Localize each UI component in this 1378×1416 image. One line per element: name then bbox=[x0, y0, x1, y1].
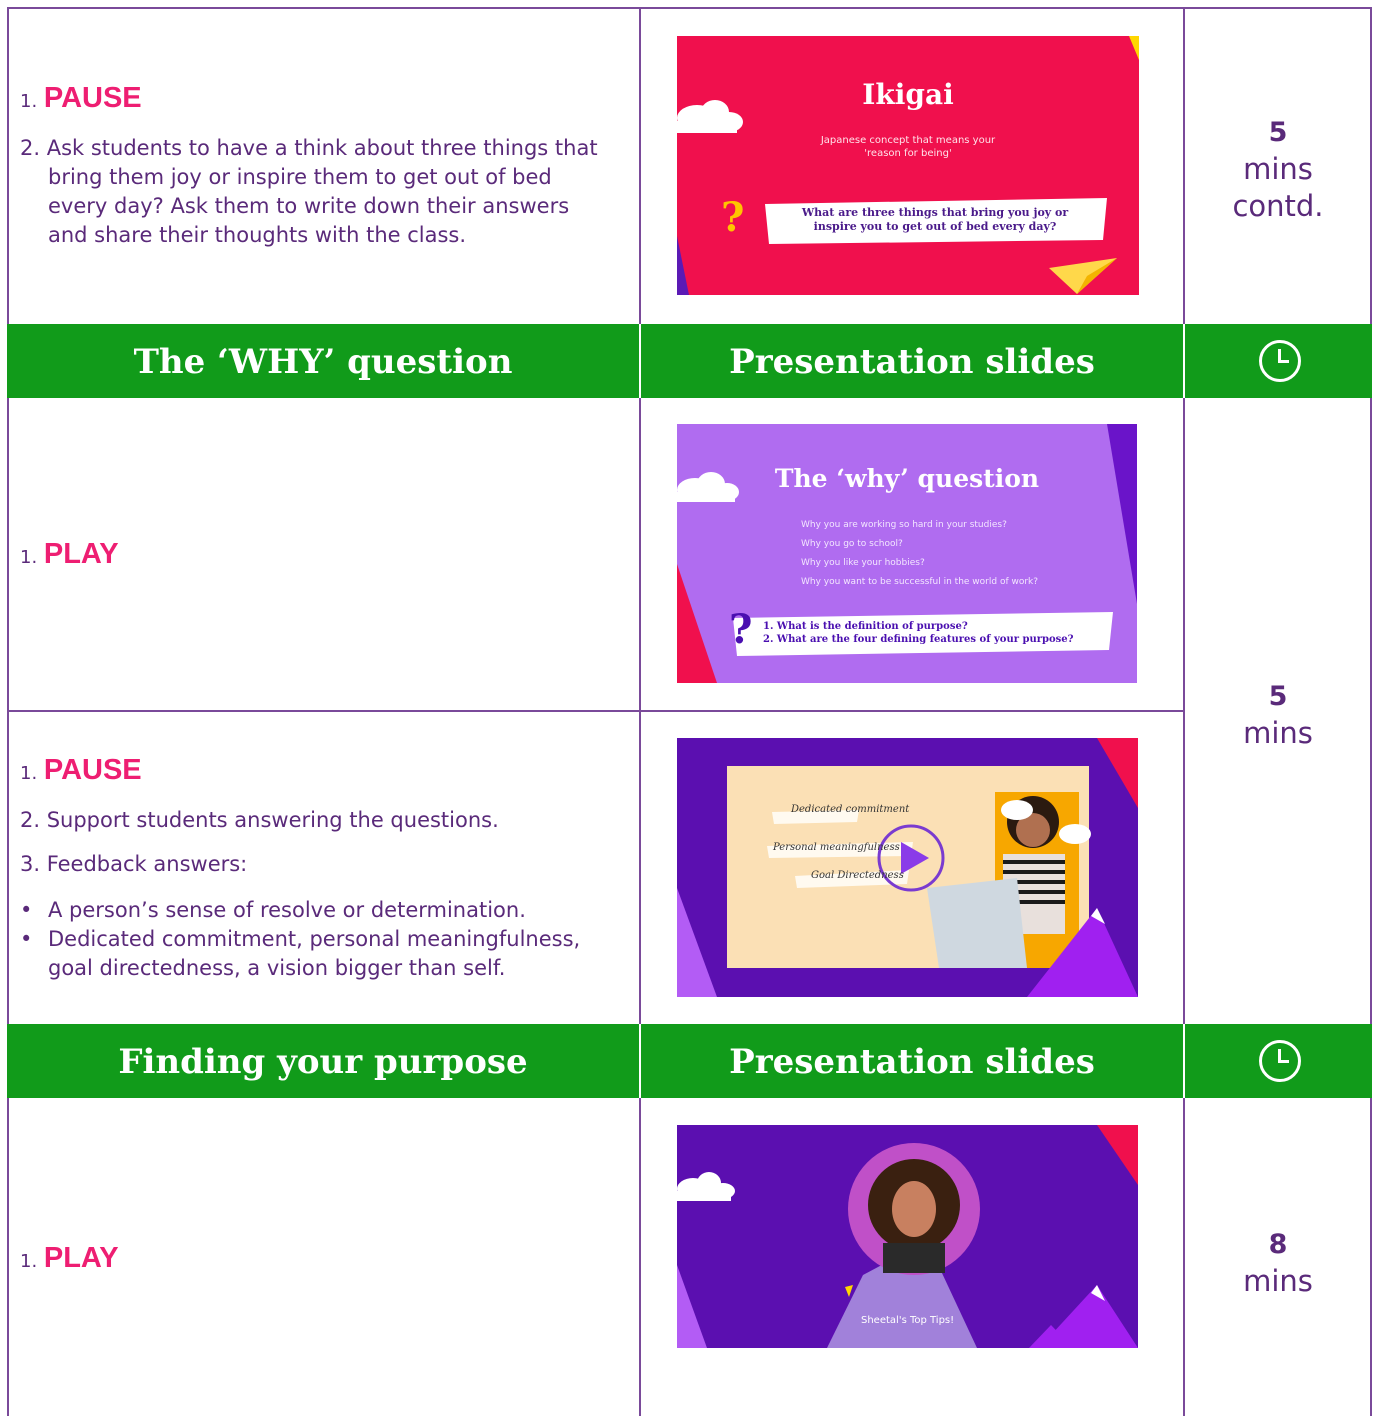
play-keyword: PLAY bbox=[43, 538, 119, 570]
slide-title: Ikigai bbox=[862, 78, 954, 111]
slide-question-1: 1. What is the definition of purpose? bbox=[763, 621, 968, 632]
clock-icon bbox=[1259, 1040, 1301, 1082]
section-header-bar-2: Finding your purpose Presentation slides bbox=[7, 1024, 1372, 1098]
table-top-border bbox=[7, 7, 1372, 9]
sheetal-tips-slide-thumbnail[interactable]: Sheetal's Top Tips! bbox=[677, 1125, 1138, 1348]
resources-heading: Presentation slides bbox=[729, 1042, 1095, 1082]
section-header-bar-1: The ‘WHY’ question Presentation slides bbox=[7, 324, 1372, 398]
cloud-icon bbox=[677, 1172, 735, 1201]
feedback-bullet-1: • A person’s sense of resolve or determin… bbox=[20, 896, 600, 925]
slide-line: Why you go to school? bbox=[801, 539, 903, 549]
step-number: 1. bbox=[20, 547, 38, 568]
slide-line: Why you are working so hard in your stud… bbox=[801, 520, 1007, 530]
bullet-marker: • bbox=[20, 898, 33, 922]
time-value: 8 bbox=[1268, 1229, 1288, 1260]
slide-tag-2: Personal meaningfulness bbox=[773, 842, 900, 853]
step-1-pause: 1. PAUSE bbox=[20, 756, 142, 788]
bar-divider bbox=[1183, 324, 1185, 398]
slide-title: The ‘why’ question bbox=[774, 464, 1040, 493]
step-3-text: 3. Feedback answers: bbox=[20, 852, 248, 876]
step-2-line-3: every day? Ask them to write down their … bbox=[48, 194, 570, 218]
feedback-bullet-2: • Dedicated commitment, personal meaningf… bbox=[20, 925, 600, 983]
slide-line: Why you like your hobbies? bbox=[801, 558, 925, 568]
pause-keyword: PAUSE bbox=[43, 754, 142, 786]
time-section-2: 5 mins bbox=[1185, 678, 1371, 752]
why-question-slide-thumbnail[interactable]: The ‘why’ question Why you are working s… bbox=[677, 424, 1137, 683]
slide-decorations bbox=[677, 36, 1139, 295]
time-unit: mins bbox=[1243, 716, 1313, 750]
time-value: 5 bbox=[1268, 117, 1288, 148]
step-2-line-2: bring them joy or inspire them to get ou… bbox=[48, 165, 552, 189]
step-number: 1. bbox=[20, 763, 38, 784]
bullet-text-line-2: goal directedness, a vision bigger than … bbox=[48, 956, 506, 980]
resources-heading: Presentation slides bbox=[729, 342, 1095, 382]
bar-divider bbox=[639, 1024, 641, 1098]
slide-caption: Sheetal's Top Tips! bbox=[861, 1315, 955, 1326]
slide-question-list: Why you are working so hard in your stud… bbox=[801, 516, 1038, 592]
time-unit: mins bbox=[1243, 1264, 1313, 1298]
slide-tag-1: Dedicated commitment bbox=[791, 804, 910, 815]
time-section-3: 8 mins bbox=[1185, 1226, 1371, 1300]
bullet-text-line-1: Dedicated commitment, personal meaningfu… bbox=[48, 927, 581, 951]
pause-keyword: PAUSE bbox=[43, 82, 142, 114]
row-divider bbox=[7, 710, 1184, 712]
step-1: 1. PAUSE bbox=[20, 84, 142, 116]
time-note: contd. bbox=[1232, 189, 1324, 223]
bullet-marker: • bbox=[20, 927, 33, 951]
paper-plane-icon bbox=[1049, 258, 1117, 294]
step-2-line-1: 2. Ask students to have a think about th… bbox=[20, 136, 598, 160]
bar-divider bbox=[639, 324, 641, 398]
mountain-icon bbox=[1029, 1285, 1138, 1348]
time-value: 5 bbox=[1268, 681, 1288, 712]
video-slide-thumbnail[interactable]: Dedicated commitment Personal meaningful… bbox=[677, 738, 1138, 997]
slide-questions: 1. What is the definition of purpose? 2.… bbox=[763, 620, 1074, 646]
slide-question: What are three things that bring you joy… bbox=[767, 206, 1103, 234]
play-keyword: PLAY bbox=[43, 1242, 119, 1274]
step-2-text: 2. Ask students to have a think about th… bbox=[20, 134, 598, 250]
time-unit: mins bbox=[1243, 152, 1313, 186]
avatar bbox=[848, 1143, 980, 1275]
activity-heading: Finding your purpose bbox=[118, 1042, 528, 1082]
step-1-play: 1. PLAY bbox=[20, 540, 119, 572]
slide-question-line-2: inspire you to get out of bed every day? bbox=[813, 220, 1057, 233]
bullet-text: A person’s sense of resolve or determina… bbox=[48, 898, 526, 922]
slide-question-2: 2. What are the four defining features o… bbox=[763, 634, 1074, 645]
step-number: 1. bbox=[20, 1251, 38, 1272]
step-2-line-4: and share their thoughts with the class. bbox=[48, 223, 467, 247]
slide-subtitle: Japanese concept that means your 'reason… bbox=[677, 134, 1139, 160]
ikigai-slide-thumbnail[interactable]: Ikigai Japanese concept that means your … bbox=[677, 36, 1139, 295]
step-2-text: 2. Support students answering the questi… bbox=[20, 808, 499, 832]
clock-icon bbox=[1259, 340, 1301, 382]
slide-subtitle-line-2: 'reason for being' bbox=[864, 148, 952, 159]
slide-question-line-1: What are three things that bring you joy… bbox=[801, 206, 1069, 219]
slide-subtitle-line-1: Japanese concept that means your bbox=[820, 135, 996, 146]
cursor-icon bbox=[845, 1285, 853, 1297]
question-mark-icon: ? bbox=[729, 606, 753, 653]
time-section-1: 5 mins contd. bbox=[1185, 114, 1371, 225]
step-number: 1. bbox=[20, 91, 38, 112]
slide-decorations bbox=[677, 738, 1138, 997]
question-mark-icon: ? bbox=[721, 194, 745, 241]
bar-divider bbox=[1183, 1024, 1185, 1098]
slide-tag-3: Goal Directedness bbox=[811, 870, 904, 881]
step-1-play: 1. PLAY bbox=[20, 1244, 119, 1276]
slide-line: Why you want to be successful in the wor… bbox=[801, 577, 1039, 587]
activity-heading: The ‘WHY’ question bbox=[133, 342, 513, 382]
